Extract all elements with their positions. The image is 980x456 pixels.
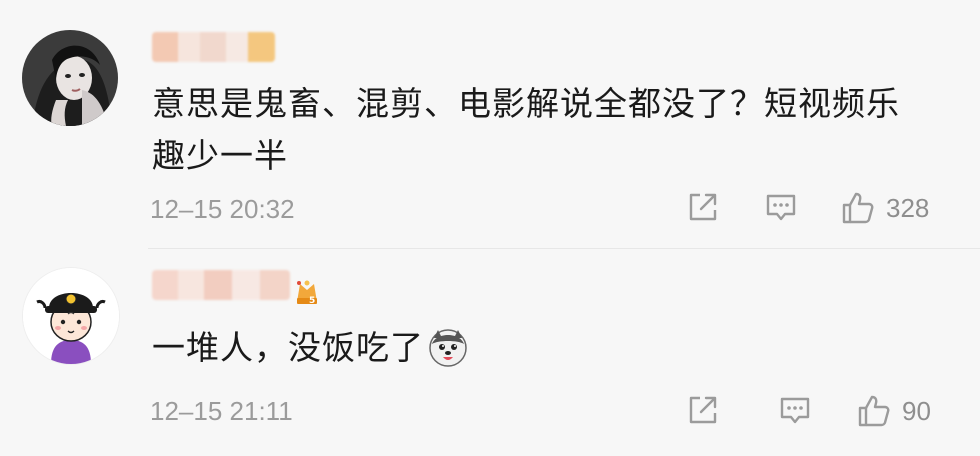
like-button[interactable]: 90 xyxy=(856,393,931,429)
cartoon-official-avatar-image xyxy=(23,268,119,364)
thumbs-up-icon xyxy=(858,395,890,427)
level-badge: 5 xyxy=(292,276,322,306)
husky-emoji xyxy=(428,328,468,368)
avatar[interactable] xyxy=(22,267,120,365)
svg-text:5: 5 xyxy=(309,296,315,306)
reply-icon xyxy=(780,397,810,424)
share-button[interactable] xyxy=(686,393,720,427)
comment-content-row: 一堆人，没饭吃了 xyxy=(152,322,468,374)
husky-emoji-icon xyxy=(429,329,467,367)
comment-item: 5 一堆人，没饭吃了 12–15 21:11 90 xyxy=(0,0,980,456)
username-blurred[interactable] xyxy=(152,270,290,300)
share-icon xyxy=(689,396,717,424)
comment-content: 一堆人，没饭吃了 xyxy=(152,328,424,367)
level-5-badge-icon: 5 xyxy=(297,280,317,306)
timestamp: 12–15 21:11 xyxy=(150,396,293,426)
like-count: 90 xyxy=(902,395,931,426)
reply-button[interactable] xyxy=(778,393,812,427)
